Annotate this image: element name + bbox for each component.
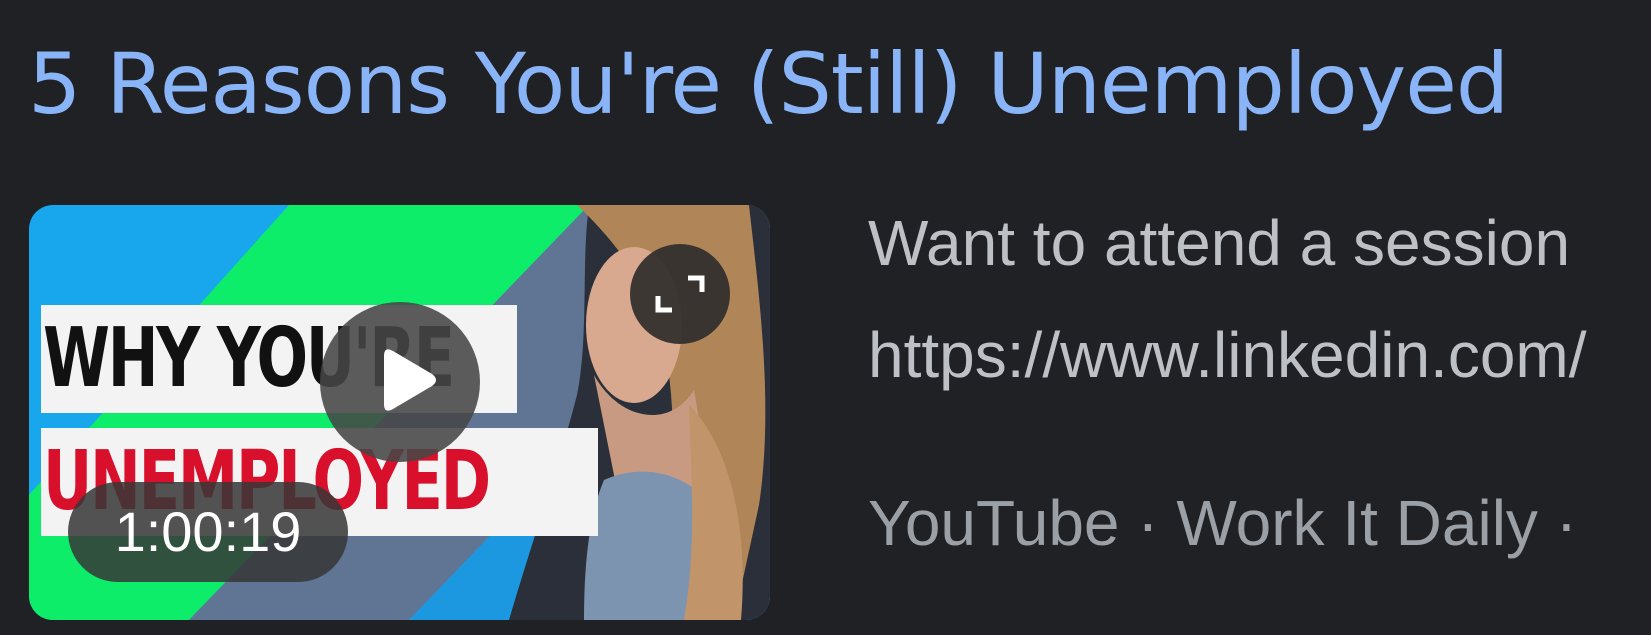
play-button[interactable] xyxy=(320,302,480,462)
play-icon xyxy=(384,349,436,411)
expand-button[interactable] xyxy=(630,244,730,344)
snippet-text-line2: https://www.linkedin.com/ xyxy=(868,319,1587,391)
expand-icon xyxy=(655,275,705,313)
result-source: YouTube · Work It Daily · xyxy=(868,487,1577,559)
video-duration-badge: 1:00:19 xyxy=(68,482,348,582)
result-title-link[interactable]: 5 Reasons You're (Still) Unemployed xyxy=(28,28,1509,140)
snippet-text-line1: Want to attend a session xyxy=(868,207,1571,279)
video-thumbnail[interactable]: WHY YOU'RE UNEMPLOYED 1:00:19 xyxy=(29,205,770,620)
